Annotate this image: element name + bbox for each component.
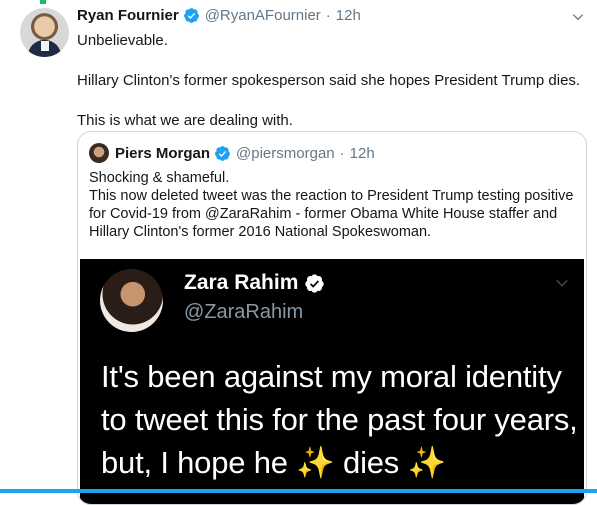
quoted-image[interactable]: Zara Rahim @ZaraRahim It's been against … [80,259,584,504]
author-handle[interactable]: @RyanAFournier [205,7,321,24]
thread-line [40,0,46,4]
quoted-text: Shocking & shameful. This now deleted tw… [89,169,574,241]
timestamp[interactable]: 12h [336,7,361,24]
image-author-row: Zara Rahim [184,271,325,295]
quoted-avatar [89,143,109,163]
chevron-down-icon [556,279,568,287]
dot-separator: · [325,7,331,24]
tweet-paragraph: This is what we are dealing with. [77,112,293,129]
image-author-handle: @ZaraRahim [184,301,304,323]
quoted-tweet[interactable]: Piers Morgan @piersmorgan · 12h Shocking… [77,131,587,505]
tweet-paragraph: Unbelievable. [77,32,168,49]
author-name[interactable]: Ryan Fournier [77,7,179,24]
chevron-down-icon[interactable] [571,10,585,24]
sparkles-icon: ✨ [296,445,335,480]
verified-badge-icon [183,8,199,23]
quoted-line: Shocking & shameful. [89,170,230,186]
tweet-paragraph: Hillary Clinton's former spokesperson sa… [77,72,581,89]
quoted-author-name: Piers Morgan [115,144,211,162]
quoted-header: Piers Morgan @piersmorgan · 12h [89,143,375,163]
dot-separator: · [339,144,345,162]
tweet-text: Unbelievable. Hillary Clinton's former s… [77,31,582,131]
quoted-handle: @piersmorgan [236,144,335,162]
image-avatar [100,269,163,332]
quoted-timestamp: 12h [349,144,375,162]
verified-badge-icon [305,273,325,293]
verified-badge-icon [215,145,230,161]
avatar[interactable] [20,8,69,57]
image-text-part: dies [334,445,408,480]
image-author-name: Zara Rahim [184,271,299,294]
bottom-accent-bar [0,489,597,493]
image-tweet-text: It's been against my moral identity to t… [101,355,581,484]
quoted-line: This now deleted tweet was the reaction … [89,188,574,240]
sparkles-icon: ✨ [407,445,447,480]
tweet-header: Ryan Fournier @RyanAFournier · 12h [77,7,361,24]
